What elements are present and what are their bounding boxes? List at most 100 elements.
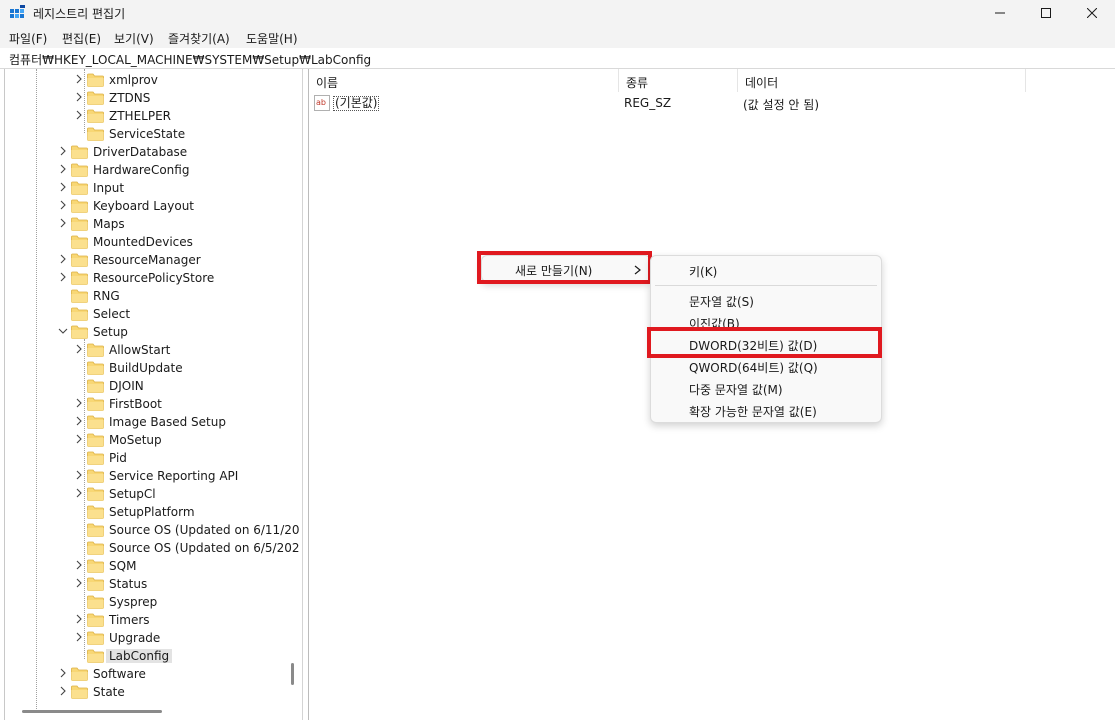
folder-icon: [87, 415, 104, 429]
folder-icon: [71, 289, 88, 303]
chevron-right-icon[interactable]: [74, 560, 84, 570]
regedit-app-icon: [10, 5, 25, 18]
tree-vertical-scrollbar[interactable]: [291, 663, 294, 685]
tree-horizontal-scrollbar[interactable]: [22, 710, 162, 713]
tree-item-label: SetupPlatform: [109, 505, 195, 519]
folder-icon: [87, 379, 104, 393]
tree-item-label: ResourcePolicyStore: [93, 271, 215, 285]
menu-favorites[interactable]: 즐겨찾기(A): [168, 30, 230, 47]
tree-item-label: Software: [93, 667, 146, 681]
tree-item-label: BuildUpdate: [109, 361, 183, 375]
column-header-type[interactable]: 종류: [619, 69, 738, 92]
chevron-right-icon[interactable]: [58, 182, 68, 192]
chevron-right-icon[interactable]: [74, 488, 84, 498]
submenu-separator: [655, 285, 877, 286]
folder-icon: [71, 685, 88, 699]
tree-item-label: Source OS (Updated on 6/5/202: [109, 541, 300, 555]
chevron-right-icon[interactable]: [58, 668, 68, 678]
tree-item-label: ZTHELPER: [109, 109, 171, 123]
window-title: 레지스트리 편집기: [33, 7, 126, 21]
highlight-new-menu: [477, 251, 652, 284]
close-icon: [1087, 8, 1097, 18]
chevron-right-icon[interactable]: [74, 92, 84, 102]
folder-icon: [87, 109, 104, 123]
tree-item-label: Image Based Setup: [109, 415, 226, 429]
menu-help[interactable]: 도움말(H): [246, 30, 298, 47]
folder-icon: [87, 505, 104, 519]
key-tree-pane: xmlprov ZTDNS ZTHELPER ServiceState DriverDa…: [0, 69, 302, 720]
folder-icon: [71, 253, 88, 267]
value-row[interactable]: ab (기본값) REG_SZ (값 설정 안 됨): [314, 94, 1014, 112]
maximize-button[interactable]: [1023, 0, 1069, 26]
folder-icon: [71, 667, 88, 681]
folder-icon: [87, 91, 104, 105]
tree-item-label: ResourceManager: [93, 253, 201, 267]
chevron-right-icon[interactable]: [58, 272, 68, 282]
tree-item-label: Maps: [93, 217, 125, 231]
column-header-data[interactable]: 데이터: [738, 69, 1026, 92]
chevron-right-icon[interactable]: [58, 146, 68, 156]
tree-item-label: ServiceState: [109, 127, 186, 141]
submenu-item-multi-string-value[interactable]: 다중 문자열 값(M): [689, 381, 783, 398]
folder-icon: [71, 145, 88, 159]
chevron-right-icon[interactable]: [74, 434, 84, 444]
tree-item-label: LabConfig: [106, 649, 173, 663]
folder-icon: [71, 217, 88, 231]
folder-icon: [87, 469, 104, 483]
address-bar[interactable]: 컴퓨터₩HKEY_LOCAL_MACHINE₩SYSTEM₩Setup₩LabC…: [0, 48, 1115, 69]
value-name: (기본값): [333, 96, 380, 111]
chevron-right-icon[interactable]: [74, 578, 84, 588]
submenu-item-expandable-string-value[interactable]: 확장 가능한 문자열 값(E): [689, 403, 817, 420]
chevron-right-icon[interactable]: [58, 254, 68, 264]
chevron-right-icon[interactable]: [74, 632, 84, 642]
folder-icon: [87, 613, 104, 627]
chevron-right-icon[interactable]: [74, 398, 84, 408]
folder-icon: [87, 433, 104, 447]
value-data: (값 설정 안 됨): [743, 98, 820, 112]
menu-edit[interactable]: 편집(E): [62, 30, 101, 47]
chevron-right-icon[interactable]: [74, 74, 84, 84]
tree-item-label: SQM: [109, 559, 137, 573]
submenu-item-qword-value[interactable]: QWORD(64비트) 값(Q): [689, 359, 818, 376]
tree-guide-line: [84, 339, 85, 659]
menu-file[interactable]: 파일(F): [9, 30, 47, 47]
folder-icon: [71, 325, 88, 339]
folder-icon: [87, 595, 104, 609]
menu-view[interactable]: 보기(V): [114, 30, 154, 47]
column-header-name[interactable]: 이름: [309, 69, 619, 92]
folder-icon: [87, 343, 104, 357]
folder-icon: [87, 649, 104, 663]
tree-item-label: Sysprep: [109, 595, 158, 609]
value-type: REG_SZ: [624, 96, 672, 110]
chevron-right-icon[interactable]: [74, 110, 84, 120]
tree-item-label: xmlprov: [109, 73, 158, 87]
tree-item-label: MountedDevices: [93, 235, 193, 249]
highlight-dword-item: [647, 327, 882, 358]
submenu-item-key[interactable]: 키(K): [689, 263, 717, 280]
folder-icon: [87, 523, 104, 537]
title-bar: 레지스트리 편집기: [0, 0, 1115, 26]
pane-splitter[interactable]: [302, 69, 309, 720]
chevron-right-icon[interactable]: [74, 416, 84, 426]
chevron-down-icon[interactable]: [58, 326, 68, 336]
minimize-icon: [995, 12, 1005, 14]
folder-icon: [87, 361, 104, 375]
chevron-right-icon[interactable]: [58, 164, 68, 174]
close-button[interactable]: [1069, 0, 1115, 26]
tree-item-label: Service Reporting API: [109, 469, 239, 483]
minimize-button[interactable]: [977, 0, 1023, 26]
tree-item-label: Setup: [93, 325, 128, 339]
tree-item-label: Select: [93, 307, 131, 321]
tree-item-label: HardwareConfig: [93, 163, 190, 177]
chevron-right-icon[interactable]: [74, 614, 84, 624]
chevron-right-icon[interactable]: [74, 344, 84, 354]
chevron-right-icon[interactable]: [58, 218, 68, 228]
tree-item-label: Timers: [109, 613, 150, 627]
chevron-right-icon[interactable]: [74, 470, 84, 480]
chevron-right-icon[interactable]: [58, 200, 68, 210]
chevron-right-icon[interactable]: [58, 686, 68, 696]
submenu-item-string-value[interactable]: 문자열 값(S): [689, 293, 754, 310]
folder-icon: [87, 73, 104, 87]
tree-item-label: Status: [109, 577, 148, 591]
tree-item-label: DJOIN: [109, 379, 144, 393]
